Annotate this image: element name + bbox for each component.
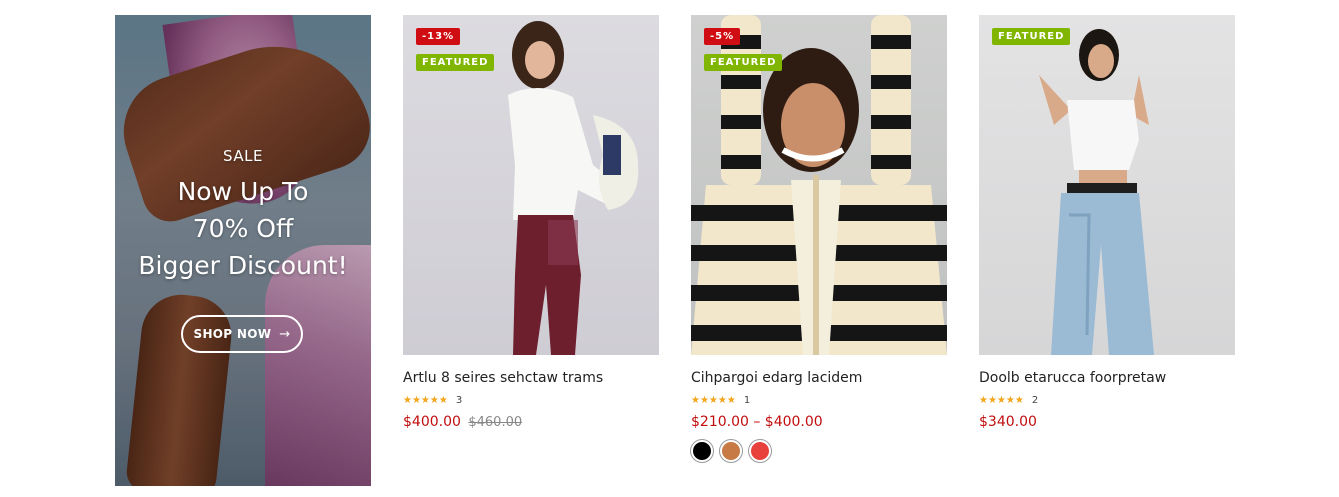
- rating-count: 2: [1031, 395, 1039, 406]
- product-image[interactable]: FEATURED: [979, 15, 1235, 355]
- current-price: $400.00: [403, 414, 461, 430]
- discount-badge: -5%: [704, 28, 741, 45]
- rating-count: 3: [455, 395, 463, 406]
- product-card[interactable]: -5% FEATURED Cihpargoi edarg lacidem ★★★…: [691, 15, 947, 462]
- product-card[interactable]: FEATURED Doolb etarucca foorpretaw ★★★★★…: [979, 15, 1235, 430]
- product-rating: ★★★★★ 1: [691, 395, 947, 406]
- product-rating: ★★★★★ 2: [979, 395, 1235, 406]
- product-image[interactable]: -5% FEATURED: [691, 15, 947, 355]
- color-swatches: [691, 440, 947, 462]
- banner-headline-3: Bigger Discount!: [138, 251, 348, 280]
- discount-badge: -13%: [416, 28, 461, 45]
- promo-banner[interactable]: SALE Now Up To 70% Off Bigger Discount! …: [115, 15, 371, 486]
- product-rating: ★★★★★ 3: [403, 395, 659, 406]
- banner-headline-2: 70% Off: [186, 214, 300, 243]
- featured-badge: FEATURED: [704, 54, 783, 71]
- old-price: $460.00: [468, 415, 523, 430]
- shop-now-button[interactable]: SHOP NOW →: [181, 315, 303, 353]
- rating-count: 1: [743, 395, 751, 406]
- shop-now-label: SHOP NOW: [193, 327, 272, 341]
- star-rating-icon: ★★★★★: [403, 395, 448, 406]
- banner-sale-label: SALE: [223, 147, 263, 165]
- current-price: $210.00 – $400.00: [691, 414, 823, 430]
- current-price: $340.00: [979, 414, 1037, 430]
- star-rating-icon: ★★★★★: [691, 395, 736, 406]
- banner-headline-1: Now Up To: [177, 177, 309, 206]
- swatch-black[interactable]: [691, 440, 713, 462]
- product-card[interactable]: -13% FEATURED Artlu 8 seires sehctaw tra…: [403, 15, 659, 430]
- product-name[interactable]: Cihpargoi edarg lacidem: [691, 370, 947, 386]
- product-price: $210.00 – $400.00: [691, 414, 947, 430]
- featured-badge: FEATURED: [992, 28, 1071, 45]
- arrow-right-icon: →: [279, 326, 291, 342]
- product-price: $340.00: [979, 414, 1235, 430]
- product-name[interactable]: Doolb etarucca foorpretaw: [979, 370, 1235, 386]
- swatch-brown[interactable]: [720, 440, 742, 462]
- product-image[interactable]: -13% FEATURED: [403, 15, 659, 355]
- featured-badge: FEATURED: [416, 54, 495, 71]
- product-name[interactable]: Artlu 8 seires sehctaw trams: [403, 370, 659, 386]
- star-rating-icon: ★★★★★: [979, 395, 1024, 406]
- product-photo-model: [1039, 29, 1154, 355]
- product-price: $400.00 $460.00: [403, 414, 659, 430]
- swatch-red[interactable]: [749, 440, 771, 462]
